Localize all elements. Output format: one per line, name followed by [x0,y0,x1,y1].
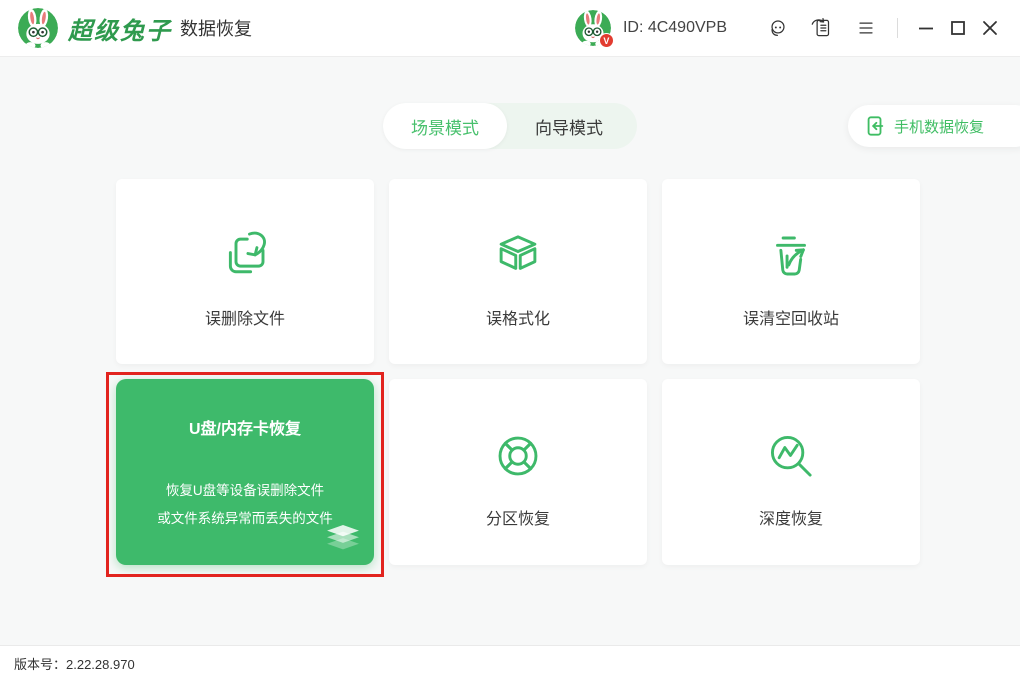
recovery-cards-grid: 误删除文件 误格式化 误清空回收站 U盘/内存卡恢复 [116,179,920,565]
card-deep-recovery[interactable]: 深度恢复 [662,379,920,565]
phone-recovery-icon [864,115,886,137]
format-cube-icon [491,229,545,283]
status-bar: 版本号：2.22.28.970 [0,645,1020,680]
card-description: 恢复U盘等设备误删除文件 或文件系统异常而丢失的文件 [157,477,333,533]
feedback-icon[interactable] [807,13,837,43]
version-label: 版本号：2.22.28.970 [14,654,135,673]
main-content: 场景模式 向导模式 手机数据恢复 误删除文件 误格式化 [0,57,1020,645]
card-label: 误格式化 [486,305,550,329]
support-headset-icon[interactable] [763,13,793,43]
title-bar: 超级兔子 数据恢复 V ID: 4C490VPB [0,0,1020,57]
app-product-title: 数据恢复 [180,15,252,41]
minimize-button[interactable] [912,14,940,42]
vip-badge: V [599,33,614,48]
tab-wizard-mode[interactable]: 向导模式 [507,103,631,149]
deep-scan-icon [764,429,818,483]
card-label: 误清空回收站 [743,305,839,329]
card-description-line1: 恢复U盘等设备误删除文件 [157,477,333,505]
app-logo-rabbit-icon [18,8,58,48]
card-formatted[interactable]: 误格式化 [389,179,647,364]
card-label: 分区恢复 [486,505,550,529]
card-label: 误删除文件 [205,305,285,329]
tab-scene-mode[interactable]: 场景模式 [383,103,507,149]
maximize-button[interactable] [944,14,972,42]
card-partition-recovery[interactable]: 分区恢复 [389,379,647,565]
layers-stack-icon [324,525,362,555]
user-avatar[interactable]: V [575,10,611,46]
close-button[interactable] [976,14,1004,42]
card-usb-memory-card-recovery[interactable]: U盘/内存卡恢复 恢复U盘等设备误删除文件 或文件系统异常而丢失的文件 [116,379,374,565]
card-title: U盘/内存卡恢复 [189,415,301,439]
phone-recovery-label: 手机数据恢复 [894,116,984,137]
user-id-label: ID: 4C490VPB [623,19,727,37]
recycle-bin-recover-icon [764,229,818,283]
partition-icon [491,429,545,483]
header-separator [897,18,898,38]
file-recover-icon [218,229,272,283]
card-deleted-files[interactable]: 误删除文件 [116,179,374,364]
card-description-line2: 或文件系统异常而丢失的文件 [157,505,333,533]
phone-data-recovery-button[interactable]: 手机数据恢复 [848,105,1020,147]
mode-tabs: 场景模式 向导模式 [383,103,637,149]
menu-icon[interactable] [851,13,881,43]
card-emptied-recycle-bin[interactable]: 误清空回收站 [662,179,920,364]
card-label: 深度恢复 [759,505,823,529]
app-brand-title: 超级兔子 [68,11,172,46]
